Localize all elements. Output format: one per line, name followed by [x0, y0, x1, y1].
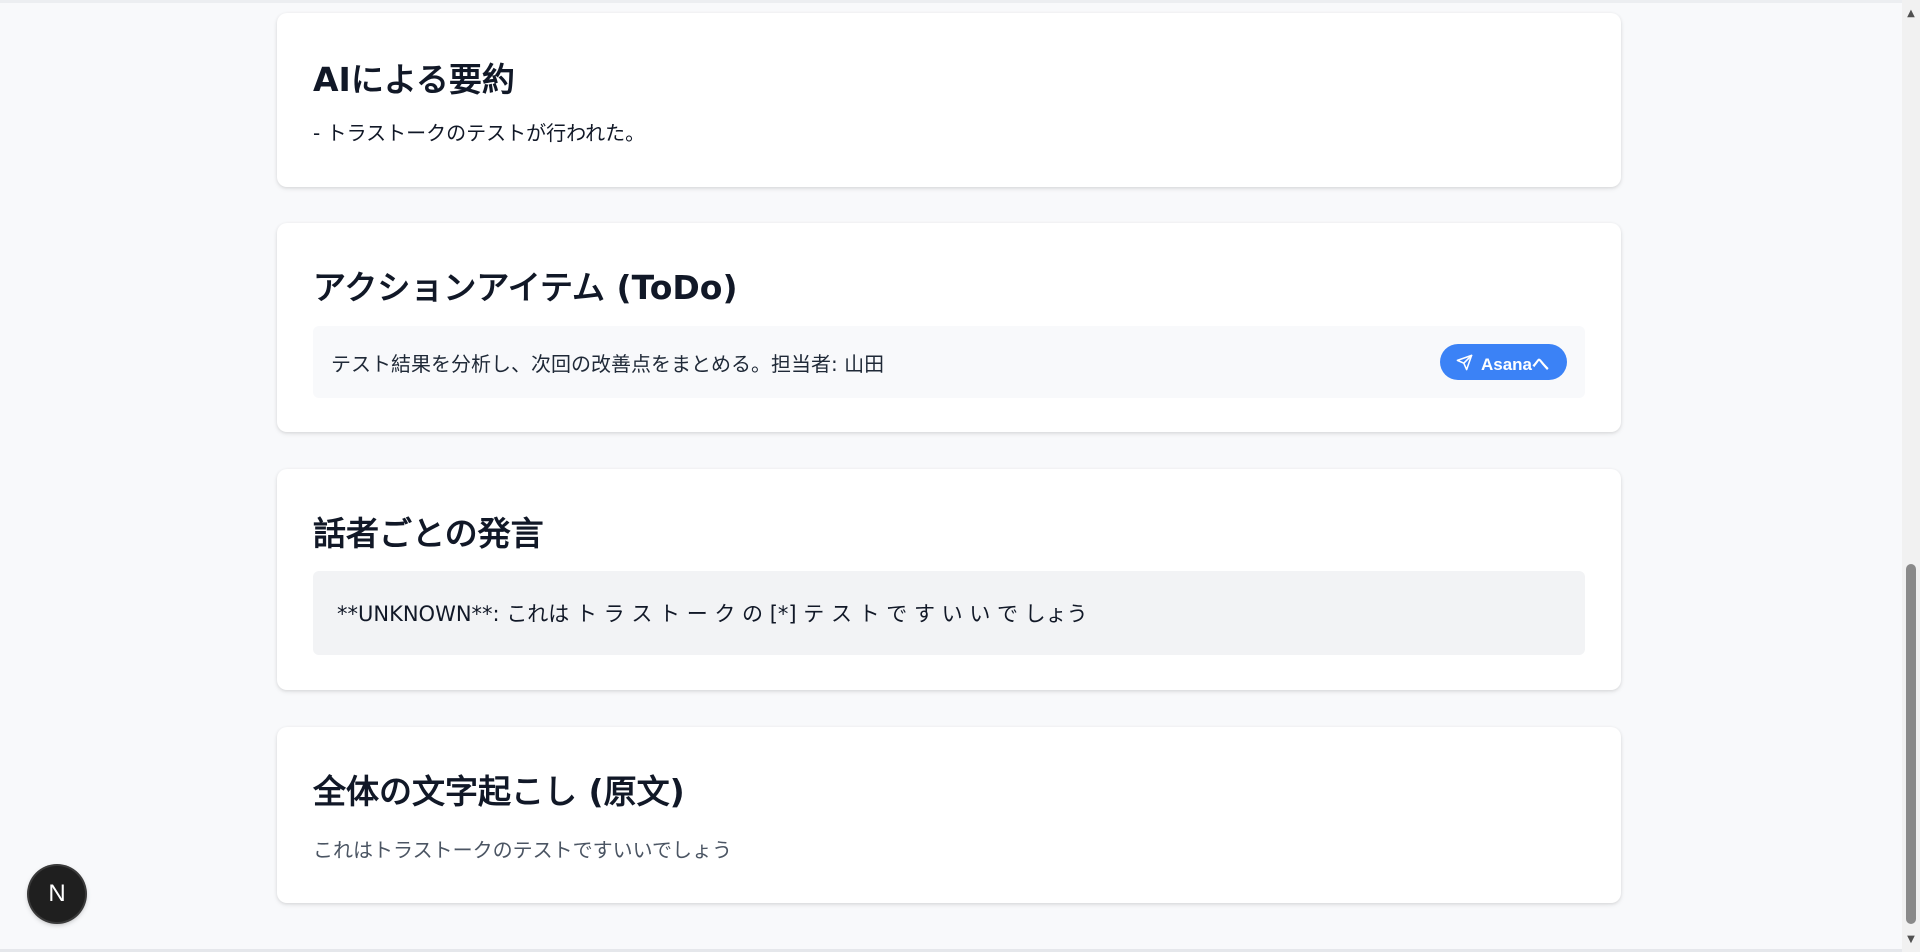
transcript-text: これはトラストークのテストですいいでしょう: [313, 838, 732, 862]
scroll-up-arrow-icon[interactable]: ▲: [1902, 4, 1920, 22]
transcript-card: 全体の文字起こし (原文) これはトラストークのテストですいいでしょう: [277, 727, 1621, 903]
vertical-scrollbar[interactable]: ▲ ▼: [1902, 0, 1920, 952]
transcript-title: 全体の文字起こし (原文): [313, 772, 685, 811]
scroll-down-arrow-icon[interactable]: ▼: [1902, 930, 1920, 948]
top-edge: [0, 0, 1902, 3]
todo-card: アクションアイテム (ToDo) テスト結果を分析し、次回の改善点をまとめる。担…: [277, 223, 1621, 432]
todo-item: テスト結果を分析し、次回の改善点をまとめる。担当者: 山田 Asanaへ: [313, 326, 1585, 398]
badge-letter: N: [48, 880, 66, 907]
page-viewport: AIによる要約 - トラストークのテストが行われた。 アクションアイテム (To…: [0, 0, 1920, 952]
send-to-asana-button[interactable]: Asanaへ: [1439, 344, 1567, 380]
todo-title: アクションアイテム (ToDo): [313, 268, 738, 307]
summary-card: AIによる要約 - トラストークのテストが行われた。: [277, 13, 1621, 187]
speakers-title: 話者ごとの発言: [313, 514, 544, 553]
summary-text: - トラストークのテストが行われた。: [313, 121, 646, 145]
send-icon: [1456, 354, 1473, 371]
speakers-card: 話者ごとの発言 **UNKNOWN**: これは ト ラ ス ト ー ク の […: [277, 469, 1621, 690]
scrollbar-thumb[interactable]: [1906, 564, 1916, 924]
speaker-utterance: **UNKNOWN**: これは ト ラ ス ト ー ク の [*] テ ス ト…: [337, 602, 1088, 626]
todo-item-text: テスト結果を分析し、次回の改善点をまとめる。担当者: 山田: [331, 352, 885, 376]
speaker-utterance-box: **UNKNOWN**: これは ト ラ ス ト ー ク の [*] テ ス ト…: [313, 571, 1585, 655]
nextjs-dev-badge[interactable]: N: [29, 866, 85, 922]
summary-title: AIによる要約: [313, 60, 515, 99]
send-to-asana-label: Asanaへ: [1480, 354, 1549, 374]
